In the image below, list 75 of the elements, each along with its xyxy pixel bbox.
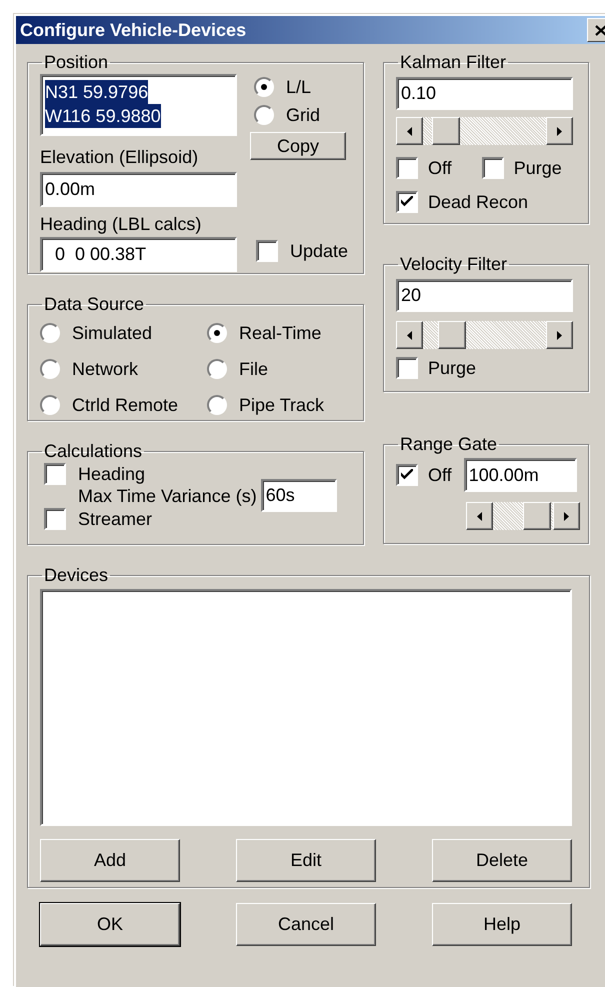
scrollbar-thumb[interactable] — [438, 321, 466, 349]
elevation-field[interactable]: 0.00m — [40, 172, 237, 207]
right-arrow-icon — [557, 330, 562, 340]
checkbox-label: Dead Recon — [428, 191, 528, 213]
radio-button[interactable] — [207, 359, 227, 379]
scroll-right-button[interactable] — [553, 502, 580, 530]
dialog-button[interactable]: Cancel — [236, 903, 376, 946]
checkbox-label: Streamer — [78, 508, 152, 530]
radio-button[interactable] — [207, 395, 227, 415]
checkbox-label: Purge — [428, 357, 476, 379]
checkbox[interactable] — [396, 357, 418, 379]
velocity-value-field[interactable]: 20 — [396, 279, 573, 312]
option-label: File — [239, 358, 268, 380]
dialog-button[interactable]: Help — [432, 903, 572, 946]
checkbox[interactable] — [396, 157, 418, 179]
checkbox[interactable] — [396, 191, 418, 213]
checkbox[interactable] — [482, 157, 504, 179]
radio-button[interactable] — [40, 395, 60, 415]
radio-button[interactable] — [254, 105, 274, 125]
option-label: Simulated — [72, 322, 152, 344]
option-label: Pipe Track — [239, 394, 324, 416]
radio-button[interactable] — [254, 77, 274, 97]
radio-button[interactable] — [40, 359, 60, 379]
checkbox[interactable] — [44, 463, 66, 485]
option-label: Real-Time — [239, 322, 322, 344]
left-arrow-icon — [407, 330, 412, 340]
close-icon — [594, 24, 605, 36]
option-label: L/L — [286, 76, 312, 98]
option-label: Ctrld Remote — [72, 394, 178, 416]
radio-button[interactable] — [40, 323, 60, 343]
checkbox-label: Off — [428, 157, 452, 179]
checkbox[interactable] — [396, 464, 418, 486]
device-action-button[interactable]: Add — [40, 839, 180, 882]
field-label: Elevation (Ellipsoid) — [40, 146, 200, 168]
heading-field[interactable]: 0 0 00.38T — [40, 237, 237, 272]
device-action-button[interactable]: Delete — [432, 839, 572, 882]
copy-button[interactable]: Copy — [250, 132, 346, 160]
group-title: Range Gate — [399, 434, 498, 454]
device-action-button[interactable]: Edit — [236, 839, 376, 882]
scroll-left-button[interactable] — [466, 502, 493, 530]
checkbox[interactable] — [256, 240, 278, 262]
left-arrow-icon — [477, 512, 482, 520]
option-label: Network — [72, 358, 138, 380]
radio-button[interactable] — [207, 323, 227, 343]
group-title: Data Source — [43, 294, 146, 314]
time-variance-field[interactable]: 60s — [260, 479, 337, 512]
scrollbar-thumb[interactable] — [432, 117, 460, 145]
right-arrow-icon — [557, 126, 562, 136]
group-title: Devices — [43, 565, 110, 585]
field-label: Heading (LBL calcs) — [40, 213, 202, 235]
right-arrow-icon — [564, 512, 569, 520]
kalman-value-field[interactable]: 0.10 — [396, 77, 573, 110]
checkmark-icon — [401, 196, 413, 208]
checkbox-label: Off — [428, 464, 452, 486]
group-title: Velocity Filter — [399, 254, 508, 274]
range-value-field[interactable]: 100.00m — [464, 458, 577, 492]
checkbox[interactable] — [44, 508, 66, 530]
scrollbar-thumb[interactable] — [523, 502, 552, 530]
checkmark-icon — [401, 469, 413, 481]
scroll-right-button[interactable] — [546, 117, 573, 145]
field-label: Max Time Variance (s) — [78, 484, 257, 506]
window-title: Configure Vehicle-Devices — [20, 20, 246, 40]
dialog-button[interactable]: OK — [40, 903, 180, 946]
checkbox-label: Heading — [78, 463, 146, 485]
coordinates-field[interactable]: N31 59.9796 W116 59.9880 — [40, 74, 237, 136]
scroll-right-button[interactable] — [546, 321, 573, 349]
scroll-left-button[interactable] — [396, 321, 423, 349]
option-label: Grid — [286, 104, 320, 126]
group-title: Position — [43, 52, 110, 72]
left-arrow-icon — [407, 126, 412, 136]
group-title: Kalman Filter — [399, 52, 508, 72]
group-title: Calculations — [43, 441, 144, 461]
checkbox-label: Purge — [514, 157, 562, 179]
scroll-left-button[interactable] — [396, 117, 423, 145]
checkbox-label: Update — [290, 240, 348, 262]
